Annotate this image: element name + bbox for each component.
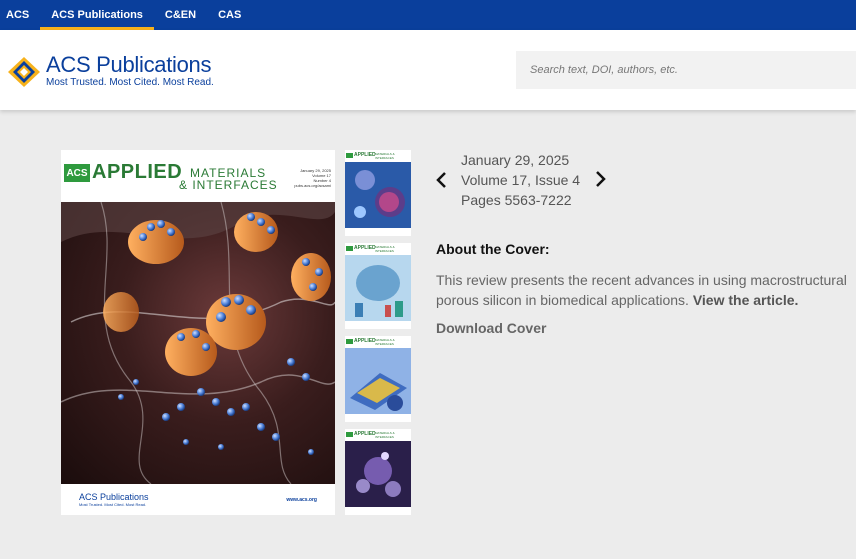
cover-foot-url: www.acs.org [286, 497, 317, 503]
cover-title-applied: APPLIED [92, 161, 183, 183]
cover-meta: January 29, 2025 Volume 17 Number 4 pubs… [294, 168, 331, 188]
cover-thumbnail-3[interactable]: APPLIED MATERIALS & INTERFACES [345, 336, 411, 422]
view-article-link[interactable]: View the article. [693, 292, 799, 308]
thumbnail-art [345, 348, 411, 414]
logo-tagline: Most Trusted. Most Cited. Most Read. [46, 77, 214, 88]
thumb-title: APPLIED [354, 431, 376, 437]
about-cover-heading: About the Cover: [436, 241, 550, 257]
top-nav: ACS ACS Publications C&EN CAS [0, 0, 856, 30]
logo-name: ACS Publications [46, 52, 212, 77]
cover-footer: ACS Publications Most Trusted. Most Cite… [61, 484, 335, 515]
topnav-item-acs[interactable]: ACS [0, 0, 40, 30]
thumbnail-art [345, 162, 411, 228]
site-header: ACS Publications Most Trusted. Most Cite… [0, 30, 856, 110]
cover-image-main[interactable]: ACS APPLIED MATERIALS & INTERFACES Janua… [61, 150, 335, 515]
thumb-subtitle: MATERIALS & INTERFACES [375, 431, 395, 439]
search-input[interactable] [516, 51, 856, 89]
thumb-subtitle: MATERIALS & INTERFACES [375, 245, 395, 253]
previous-issue-button[interactable] [434, 170, 450, 190]
issue-volume: Volume 17, Issue 4 [461, 172, 581, 188]
acs-publications-logo[interactable]: ACS Publications Most Trusted. Most Cite… [6, 54, 214, 89]
thumb-title: APPLIED [354, 338, 376, 344]
acs-hexagon-logo-icon [6, 55, 42, 89]
issue-info: January 29, 2025 Volume 17, Issue 4 Page… [461, 150, 580, 210]
topnav-item-acs-publications[interactable]: ACS Publications [40, 0, 154, 30]
about-cover-text: This review presents the recent advances… [436, 272, 847, 308]
issue-date: January 29, 2025 [461, 152, 570, 168]
cover-artwork [61, 202, 335, 484]
topnav-item-cen[interactable]: C&EN [154, 0, 207, 30]
cover-foot-logo: ACS Publications Most Trusted. Most Cite… [79, 492, 149, 507]
cover-masthead: ACS APPLIED MATERIALS & INTERFACES Janua… [61, 150, 335, 202]
cover-acs-box: ACS [64, 164, 90, 182]
thumbnail-art [345, 255, 411, 321]
chevron-left-icon [436, 172, 446, 188]
issue-pages: Pages 5563-7222 [461, 192, 572, 208]
thumbnail-art [345, 441, 411, 507]
thumb-subtitle: MATERIALS & INTERFACES [375, 152, 395, 160]
cover-thumbnail-4[interactable]: APPLIED MATERIALS & INTERFACES [345, 429, 411, 515]
download-cover-link[interactable]: Download Cover [436, 320, 546, 336]
topnav-item-cas[interactable]: CAS [207, 0, 252, 30]
cover-thumbnail-1[interactable]: APPLIED MATERIALS & INTERFACES [345, 150, 411, 236]
cover-thumbnail-2[interactable]: APPLIED MATERIALS & INTERFACES [345, 243, 411, 329]
next-issue-button[interactable] [592, 169, 608, 189]
thumb-title: APPLIED [354, 152, 376, 158]
thumb-subtitle: MATERIALS & INTERFACES [375, 338, 395, 346]
cover-title-interfaces: & INTERFACES [179, 178, 278, 192]
chevron-right-icon [596, 171, 606, 187]
thumb-title: APPLIED [354, 245, 376, 251]
